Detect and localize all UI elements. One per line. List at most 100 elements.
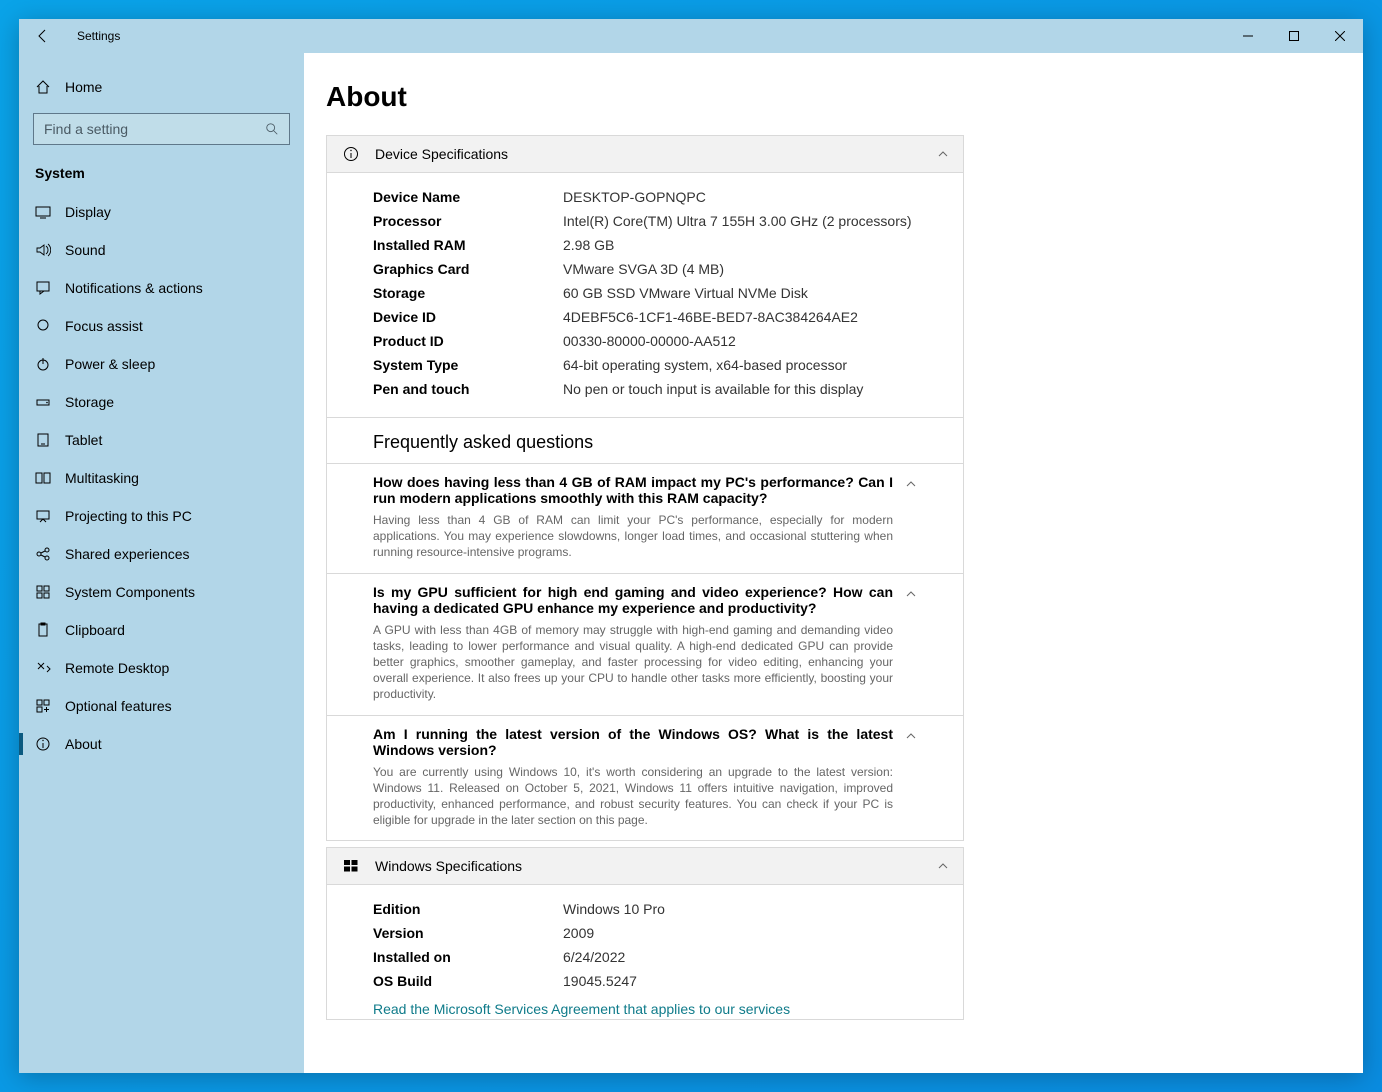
faq-title: Frequently asked questions	[327, 418, 963, 463]
windows-spec-panel: Windows Specifications Edition Windows 1…	[326, 847, 964, 1020]
focus-assist-icon	[35, 318, 51, 334]
close-button[interactable]	[1317, 19, 1363, 53]
titlebar: Settings	[19, 19, 1363, 53]
faq-answer: Having less than 4 GB of RAM can limit y…	[373, 512, 893, 561]
sidebar-home[interactable]: Home	[19, 69, 304, 105]
faq-question: How does having less than 4 GB of RAM im…	[373, 474, 893, 506]
nav-label: Remote Desktop	[65, 660, 169, 676]
maximize-icon	[1289, 31, 1299, 41]
minimize-button[interactable]	[1225, 19, 1271, 53]
search-icon	[265, 122, 279, 136]
minimize-icon	[1243, 31, 1253, 41]
notifications-icon	[35, 280, 51, 296]
search-box[interactable]	[33, 113, 290, 145]
remote-icon	[35, 660, 51, 676]
projecting-icon	[35, 508, 51, 524]
windows-spec-header[interactable]: Windows Specifications	[327, 848, 963, 885]
spec-label: Product ID	[373, 333, 563, 349]
spec-value: 00330-80000-00000-AA512	[563, 333, 949, 349]
chevron-up-icon	[905, 726, 917, 829]
home-label: Home	[65, 79, 102, 95]
faq-item[interactable]: Is my GPU sufficient for high end gaming…	[327, 573, 963, 715]
spec-label: Device ID	[373, 309, 563, 325]
spec-value: 64-bit operating system, x64-based proce…	[563, 357, 949, 373]
sidebar-item-optional[interactable]: Optional features	[19, 687, 304, 725]
clipboard-icon	[35, 622, 51, 638]
nav-label: Storage	[65, 394, 114, 410]
sidebar-item-sound[interactable]: Sound	[19, 231, 304, 269]
optional-icon	[35, 698, 51, 714]
page-title: About	[326, 81, 964, 113]
settings-window: Settings Home	[19, 19, 1363, 1073]
sidebar-item-projecting[interactable]: Projecting to this PC	[19, 497, 304, 535]
nav-label: Display	[65, 204, 111, 220]
search-input[interactable]	[44, 121, 279, 137]
sidebar-item-storage[interactable]: Storage	[19, 383, 304, 421]
device-spec-grid: Device Name DESKTOP-GOPNQPC Processor In…	[327, 173, 963, 417]
display-icon	[35, 204, 51, 220]
sidebar-item-components[interactable]: System Components	[19, 573, 304, 611]
chevron-up-icon	[937, 148, 949, 160]
main-content[interactable]: About Device Specifications Device Name	[304, 53, 1363, 1073]
maximize-button[interactable]	[1271, 19, 1317, 53]
nav-label: Power & sleep	[65, 356, 155, 372]
sidebar-item-notifications[interactable]: Notifications & actions	[19, 269, 304, 307]
info-icon	[341, 146, 361, 162]
sidebar: Home System Display Sound	[19, 53, 304, 1073]
sidebar-section-title: System	[19, 157, 304, 193]
spec-label: Installed on	[373, 949, 563, 965]
spec-label: Processor	[373, 213, 563, 229]
spec-label: Pen and touch	[373, 381, 563, 397]
nav-label: Multitasking	[65, 470, 139, 486]
services-agreement-link[interactable]: Read the Microsoft Services Agreement th…	[373, 1001, 790, 1017]
info-icon	[35, 736, 51, 752]
spec-label: Version	[373, 925, 563, 941]
windows-icon	[341, 858, 361, 874]
spec-value: 2.98 GB	[563, 237, 949, 253]
sidebar-item-shared[interactable]: Shared experiences	[19, 535, 304, 573]
back-button[interactable]	[19, 19, 67, 53]
nav-label: Sound	[65, 242, 105, 258]
close-icon	[1335, 31, 1345, 41]
faq-question: Is my GPU sufficient for high end gaming…	[373, 584, 893, 616]
spec-label: Device Name	[373, 189, 563, 205]
sidebar-item-clipboard[interactable]: Clipboard	[19, 611, 304, 649]
faq-block: Frequently asked questions How does havi…	[326, 418, 964, 841]
spec-label: Storage	[373, 285, 563, 301]
sidebar-item-focus-assist[interactable]: Focus assist	[19, 307, 304, 345]
faq-item[interactable]: How does having less than 4 GB of RAM im…	[327, 463, 963, 573]
sidebar-item-power[interactable]: Power & sleep	[19, 345, 304, 383]
chevron-up-icon	[905, 584, 917, 703]
nav-label: Optional features	[65, 698, 172, 714]
sidebar-item-multitasking[interactable]: Multitasking	[19, 459, 304, 497]
sidebar-item-display[interactable]: Display	[19, 193, 304, 231]
spec-label: Installed RAM	[373, 237, 563, 253]
faq-item[interactable]: Am I running the latest version of the W…	[327, 715, 963, 841]
nav-label: System Components	[65, 584, 195, 600]
faq-answer: You are currently using Windows 10, it's…	[373, 764, 893, 829]
nav-label: Notifications & actions	[65, 280, 203, 296]
sidebar-item-remote[interactable]: Remote Desktop	[19, 649, 304, 687]
spec-value: Windows 10 Pro	[563, 901, 949, 917]
sound-icon	[35, 242, 51, 258]
device-spec-header[interactable]: Device Specifications	[327, 136, 963, 173]
faq-question: Am I running the latest version of the W…	[373, 726, 893, 758]
nav-list: Display Sound Notifications & actions Fo…	[19, 193, 304, 763]
spec-value: Intel(R) Core(TM) Ultra 7 155H 3.00 GHz …	[563, 213, 949, 229]
panel-title: Device Specifications	[375, 146, 937, 162]
window-controls	[1225, 19, 1363, 53]
spec-label: OS Build	[373, 973, 563, 989]
sidebar-item-tablet[interactable]: Tablet	[19, 421, 304, 459]
spec-label: System Type	[373, 357, 563, 373]
sidebar-item-about[interactable]: About	[19, 725, 304, 763]
spec-value: 6/24/2022	[563, 949, 949, 965]
nav-label: Clipboard	[65, 622, 125, 638]
shared-icon	[35, 546, 51, 562]
panel-title: Windows Specifications	[375, 858, 937, 874]
arrow-left-icon	[35, 28, 51, 44]
components-icon	[35, 584, 51, 600]
spec-value: 19045.5247	[563, 973, 949, 989]
multitasking-icon	[35, 470, 51, 486]
spec-value: DESKTOP-GOPNQPC	[563, 189, 949, 205]
spec-value: No pen or touch input is available for t…	[563, 381, 949, 397]
